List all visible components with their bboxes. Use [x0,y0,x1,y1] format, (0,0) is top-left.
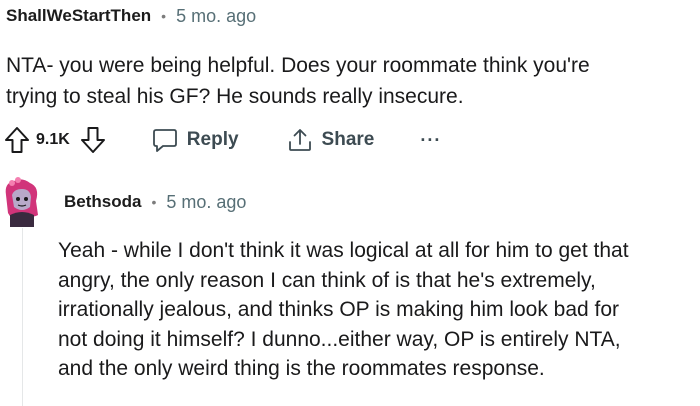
reply-body-line: and the only weird thing is the roommate… [58,357,545,380]
reply-timestamp[interactable]: 5 mo. ago [166,192,246,213]
reply-body: Yeah - while I don't think it was logica… [58,236,698,384]
vote-count: 9.1K [36,131,70,148]
comment-body: NTA- you were being helpful. Does your r… [6,50,686,112]
thread-line[interactable] [22,228,23,406]
meta-separator: • [151,194,157,210]
meta-separator: • [161,8,167,24]
reply-body-line: irrationally jealous, and thinks OP is m… [58,298,620,321]
comment-body-line: trying to steal his GF? He sounds really… [6,85,464,108]
comment-meta: ShallWeStartThen • 5 mo. ago [6,4,256,28]
comment-username[interactable]: ShallWeStartThen [6,6,151,26]
reply-button[interactable]: Reply [152,127,239,153]
reply-body-line: Yeah - while I don't think it was logica… [58,239,629,262]
comment-timestamp[interactable]: 5 mo. ago [176,6,256,27]
reply-body-line: angry, the only reason I can think of is… [58,268,596,292]
share-button[interactable]: Share [287,127,375,153]
comment-actions: 9.1K Reply Share ··· [4,124,441,156]
reply-username[interactable]: Bethsoda [64,192,141,212]
comment-body-line: NTA- you were being helpful. Does your r… [6,54,590,77]
share-icon [287,127,313,153]
arrow-down-icon[interactable] [80,126,106,154]
arrow-up-icon[interactable] [4,126,30,154]
reply-meta: Bethsoda • 5 mo. ago [64,190,246,214]
more-options-button[interactable]: ··· [420,130,441,151]
reply-label: Reply [186,129,239,150]
comment-bubble-icon [152,127,178,153]
share-label: Share [321,129,375,150]
avatar[interactable] [0,175,44,227]
reply-body-line: not doing it himself? I dunno...either w… [58,327,621,351]
